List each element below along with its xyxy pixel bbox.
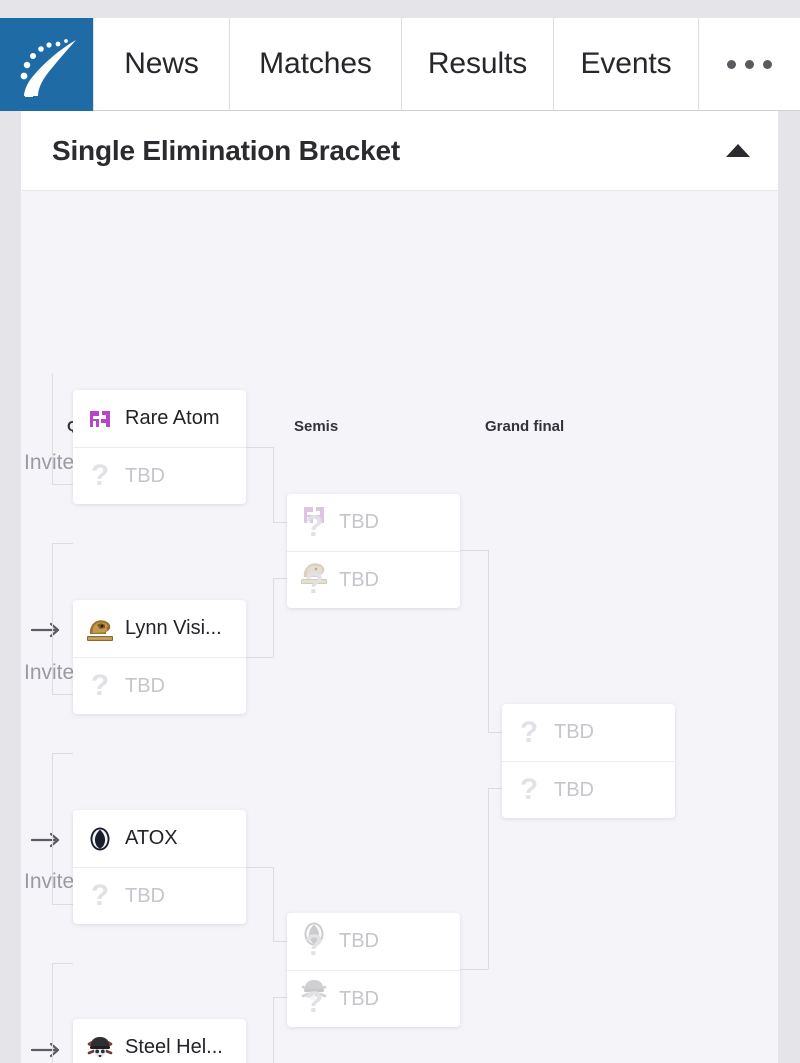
connector bbox=[488, 732, 502, 733]
round-header-semis: Semis bbox=[294, 418, 339, 435]
team-name: TBD bbox=[554, 721, 594, 743]
team-name: Steel Hel... bbox=[125, 1036, 223, 1058]
team-name: TBD bbox=[554, 778, 594, 801]
connector bbox=[52, 904, 73, 905]
nav-tab-matches-label: Matches bbox=[259, 47, 372, 80]
connector bbox=[273, 447, 274, 522]
comet-swoosh-logo-icon bbox=[20, 39, 76, 97]
rare-atom-logo-icon bbox=[85, 404, 115, 434]
question-mark-icon: ? bbox=[519, 715, 539, 749]
match-card-quarters-3[interactable]: ATOX ? TBD bbox=[73, 810, 246, 924]
connector bbox=[460, 969, 488, 970]
team-name: TBD bbox=[339, 987, 379, 1010]
connector bbox=[52, 584, 53, 694]
connector bbox=[52, 484, 73, 485]
connector bbox=[488, 550, 489, 732]
nav-more-button[interactable] bbox=[698, 18, 800, 110]
arrow-right-icon bbox=[31, 832, 60, 848]
team-name: TBD bbox=[125, 674, 165, 697]
match-slot[interactable]: ? TBD bbox=[287, 551, 460, 608]
match-slot[interactable]: ATOX bbox=[73, 810, 246, 867]
ghost-slot-icon: ? bbox=[299, 922, 329, 960]
caret-up-icon[interactable] bbox=[726, 144, 750, 157]
nav-tab-events[interactable]: Events bbox=[553, 18, 698, 110]
nav-tab-matches[interactable]: Matches bbox=[229, 18, 401, 110]
match-card-semis-2[interactable]: ? TBD ? TBD bbox=[287, 913, 460, 1027]
nav-tab-results-label: Results bbox=[427, 47, 528, 80]
team-name: ATOX bbox=[125, 827, 178, 849]
question-mark-icon: ? bbox=[90, 459, 110, 492]
question-mark-icon: ? bbox=[304, 986, 324, 1019]
lynn-vision-logo-icon bbox=[85, 614, 115, 644]
nav-tab-events-label: Events bbox=[580, 47, 672, 80]
connector bbox=[460, 550, 488, 551]
match-slot[interactable]: ? TBD bbox=[73, 657, 246, 714]
site-logo[interactable] bbox=[0, 18, 93, 111]
team-name: TBD bbox=[339, 930, 379, 952]
advance-arrow-3 bbox=[31, 1041, 65, 1059]
match-card-quarters-1[interactable]: Rare Atom ? TBD bbox=[73, 390, 246, 504]
match-card-quarters-4[interactable]: Steel Hel... ? TBD bbox=[73, 1019, 246, 1063]
question-mark-icon: ? bbox=[304, 928, 324, 962]
question-mark-icon: ? bbox=[304, 509, 324, 543]
match-card-semis-1[interactable]: ? TBD ? TBD bbox=[287, 494, 460, 608]
bracket-panel: Single Elimination Bracket Quarters Semi… bbox=[21, 111, 778, 1063]
match-slot[interactable]: Rare Atom bbox=[73, 390, 246, 447]
connector bbox=[488, 788, 502, 789]
nav-tab-news[interactable]: News bbox=[93, 18, 229, 110]
connector bbox=[52, 753, 73, 754]
nav-tab-news-label: News bbox=[124, 47, 199, 80]
match-slot[interactable]: Lynn Visi... bbox=[73, 600, 246, 657]
top-navigation-bar: News Matches Results Events bbox=[0, 18, 800, 111]
question-mark-icon: ? bbox=[304, 567, 324, 600]
team-name: Rare Atom bbox=[125, 407, 220, 429]
match-card-grand-final[interactable]: ? TBD ? TBD bbox=[502, 704, 675, 818]
question-mark-icon: ? bbox=[90, 879, 110, 912]
connector bbox=[52, 963, 73, 964]
connector bbox=[246, 447, 273, 448]
arrow-right-icon bbox=[31, 1042, 60, 1058]
connector bbox=[273, 578, 274, 657]
connector bbox=[52, 794, 53, 904]
connector bbox=[273, 867, 274, 941]
team-name: TBD bbox=[125, 884, 165, 907]
match-slot[interactable]: ? TBD bbox=[287, 970, 460, 1027]
ellipsis-icon bbox=[727, 59, 772, 69]
match-slot[interactable]: Steel Hel... bbox=[73, 1019, 246, 1063]
match-slot[interactable]: ? TBD bbox=[287, 494, 460, 551]
page-title: Single Elimination Bracket bbox=[52, 134, 400, 166]
match-slot[interactable]: ? TBD bbox=[73, 867, 246, 924]
team-name: TBD bbox=[125, 464, 165, 487]
nav-tab-results[interactable]: Results bbox=[401, 18, 553, 110]
connector bbox=[52, 1003, 53, 1063]
round-header-grand-final: Grand final bbox=[485, 418, 565, 435]
match-slot[interactable]: ? TBD bbox=[287, 913, 460, 970]
connector bbox=[273, 997, 274, 1063]
bracket-panel-header[interactable]: Single Elimination Bracket bbox=[21, 111, 778, 191]
connector bbox=[246, 657, 273, 658]
connector bbox=[52, 374, 53, 484]
question-mark-icon: ? bbox=[90, 669, 110, 702]
connector bbox=[488, 788, 489, 969]
bracket-canvas: Quarters Semis Grand final Invited Invit… bbox=[21, 191, 778, 1063]
connector bbox=[52, 694, 73, 695]
match-card-quarters-2[interactable]: Lynn Visi... ? TBD bbox=[73, 600, 246, 714]
question-mark-icon: ? bbox=[519, 773, 539, 806]
atox-logo-icon bbox=[85, 824, 115, 854]
match-slot[interactable]: ? TBD bbox=[73, 447, 246, 504]
arrow-right-icon bbox=[31, 622, 60, 638]
team-name: Lynn Visi... bbox=[125, 617, 222, 639]
team-name: TBD bbox=[339, 511, 379, 533]
ghost-slot-icon: ? bbox=[299, 980, 329, 1018]
connector bbox=[52, 543, 73, 544]
advance-arrow-1 bbox=[31, 621, 65, 639]
steel-helmet-logo-icon bbox=[85, 1033, 115, 1063]
advance-arrow-2 bbox=[31, 831, 65, 849]
match-slot[interactable]: ? TBD bbox=[502, 704, 675, 761]
connector bbox=[246, 867, 273, 868]
match-slot[interactable]: ? TBD bbox=[502, 761, 675, 818]
team-name: TBD bbox=[339, 568, 379, 591]
ghost-slot-icon: ? bbox=[299, 563, 329, 599]
ghost-slot-icon: ? bbox=[299, 506, 329, 541]
